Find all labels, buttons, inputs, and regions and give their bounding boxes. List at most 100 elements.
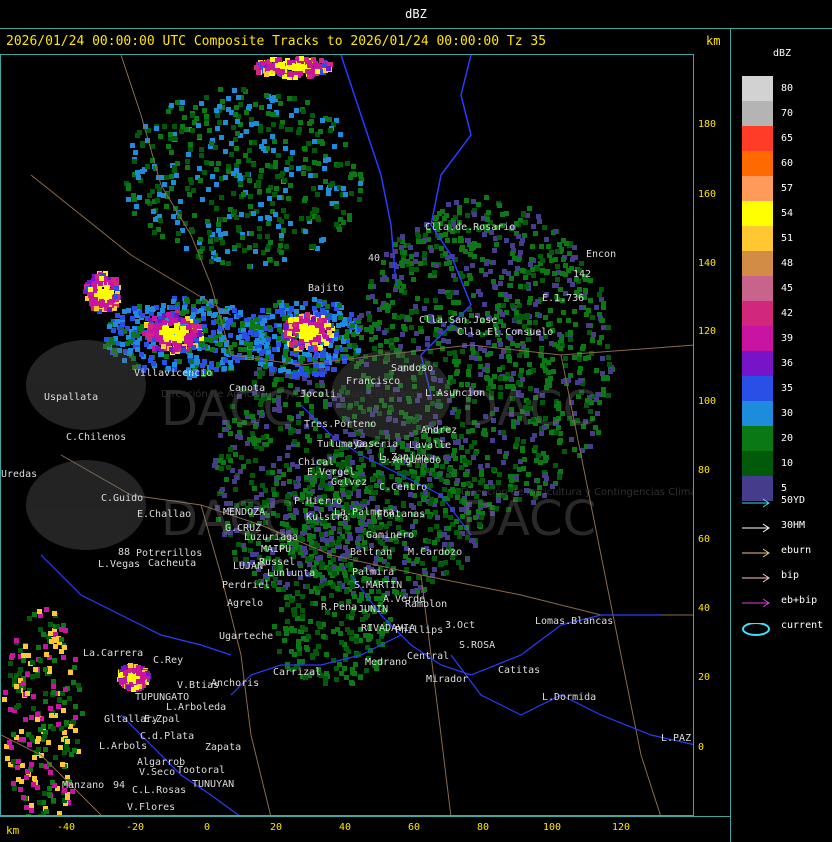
echo-pixel [390,300,395,305]
echo-pixel [99,276,104,281]
echo-pixel [444,479,449,484]
echo-pixel [240,235,245,240]
echo-pixel [311,57,316,62]
echo-pixel [419,329,424,334]
echo-pixel [300,608,305,613]
echo-pixel [169,174,174,179]
echo-pixel [329,536,334,541]
echo-pixel [442,216,447,221]
echo-pixel [531,368,536,373]
echo-pixel [349,636,354,641]
echo-pixel [248,194,253,199]
echo-pixel [27,742,32,747]
echo-pixel [272,139,277,144]
echo-pixel [144,342,149,347]
echo-pixel [264,442,269,447]
echo-pixel [277,456,282,461]
echo-pixel [167,333,172,338]
echo-pixel [286,445,291,450]
echo-pixel [39,763,44,768]
echo-pixel [546,370,551,375]
echo-pixel [270,470,275,475]
echo-pixel [150,189,155,194]
echo-pixel [132,159,137,164]
x-tick: 120 [612,822,631,833]
echo-pixel [156,337,161,342]
echo-pixel [226,107,231,112]
color-swatch-label: 80 [781,83,794,94]
radar-map[interactable]: DACC DACC DACC DACC Dirección de Agricul… [0,54,694,816]
echo-pixel [208,239,213,244]
echo-pixel [517,467,522,472]
place-label: S.ROSA [459,640,495,651]
echo-pixel [322,546,327,551]
echo-pixel [253,102,258,107]
echo-pixel [411,474,416,479]
echo-pixel [432,567,437,572]
echo-pixel [302,146,307,151]
echo-pixel [324,538,329,543]
echo-pixel [238,469,243,474]
echo-pixel [312,297,317,302]
echo-pixel [277,649,282,654]
echo-pixel [568,337,573,342]
echo-pixel [297,651,302,656]
echo-pixel [312,139,317,144]
echo-pixel [566,318,571,323]
echo-pixel [450,410,455,415]
echo-pixel [382,330,387,335]
echo-pixel [607,362,612,367]
echo-pixel [7,740,12,745]
echo-pixel [150,307,155,312]
echo-pixel [262,318,267,323]
echo-pixel [263,261,268,266]
echo-pixel [49,713,54,718]
echo-pixel [154,126,159,131]
echo-pixel [527,206,532,211]
echo-pixel [335,586,340,591]
echo-pixel [601,325,606,330]
plot-header: 2026/01/24 00:00:00 UTC Composite Tracks… [0,29,730,53]
track-legend-label: current [781,620,824,631]
echo-pixel [135,340,140,345]
echo-pixel [446,456,451,461]
echo-pixel [316,335,321,340]
echo-pixel [189,180,194,185]
echo-pixel [199,308,204,313]
echo-pixel [296,166,301,171]
echo-pixel [563,263,568,268]
echo-pixel [249,231,254,236]
echo-pixel [315,630,320,635]
echo-pixel [285,619,290,624]
echo-pixel [285,160,290,165]
echo-pixel [113,294,118,299]
echo-pixel [278,101,283,106]
echo-pixel [192,213,197,218]
echo-pixel [21,681,26,686]
plot-title: 2026/01/24 00:00:00 UTC Composite Tracks… [6,34,547,49]
echo-pixel [254,340,259,345]
color-swatch [742,176,773,201]
echo-pixel [495,304,500,309]
echo-pixel [563,356,568,361]
echo-pixel [339,671,344,676]
echo-pixel [497,367,502,372]
echo-pixel [535,299,540,304]
echo-pixel [214,167,219,172]
echo-pixel [218,87,223,92]
place-label: L.Zanjon [379,452,427,463]
echo-pixel [180,326,185,331]
arrow-icon [742,548,770,558]
place-label: Clla.San.Jose [419,315,497,326]
echo-pixel [358,188,363,193]
echo-pixel [257,234,262,239]
echo-pixel [300,625,305,630]
place-label: L.Vegas [98,559,140,570]
echo-pixel [16,759,21,764]
echo-pixel [174,305,179,310]
echo-pixel [287,331,292,336]
echo-pixel [341,339,346,344]
echo-pixel [452,350,457,355]
echo-pixel [323,676,328,681]
echo-pixel [350,681,355,686]
